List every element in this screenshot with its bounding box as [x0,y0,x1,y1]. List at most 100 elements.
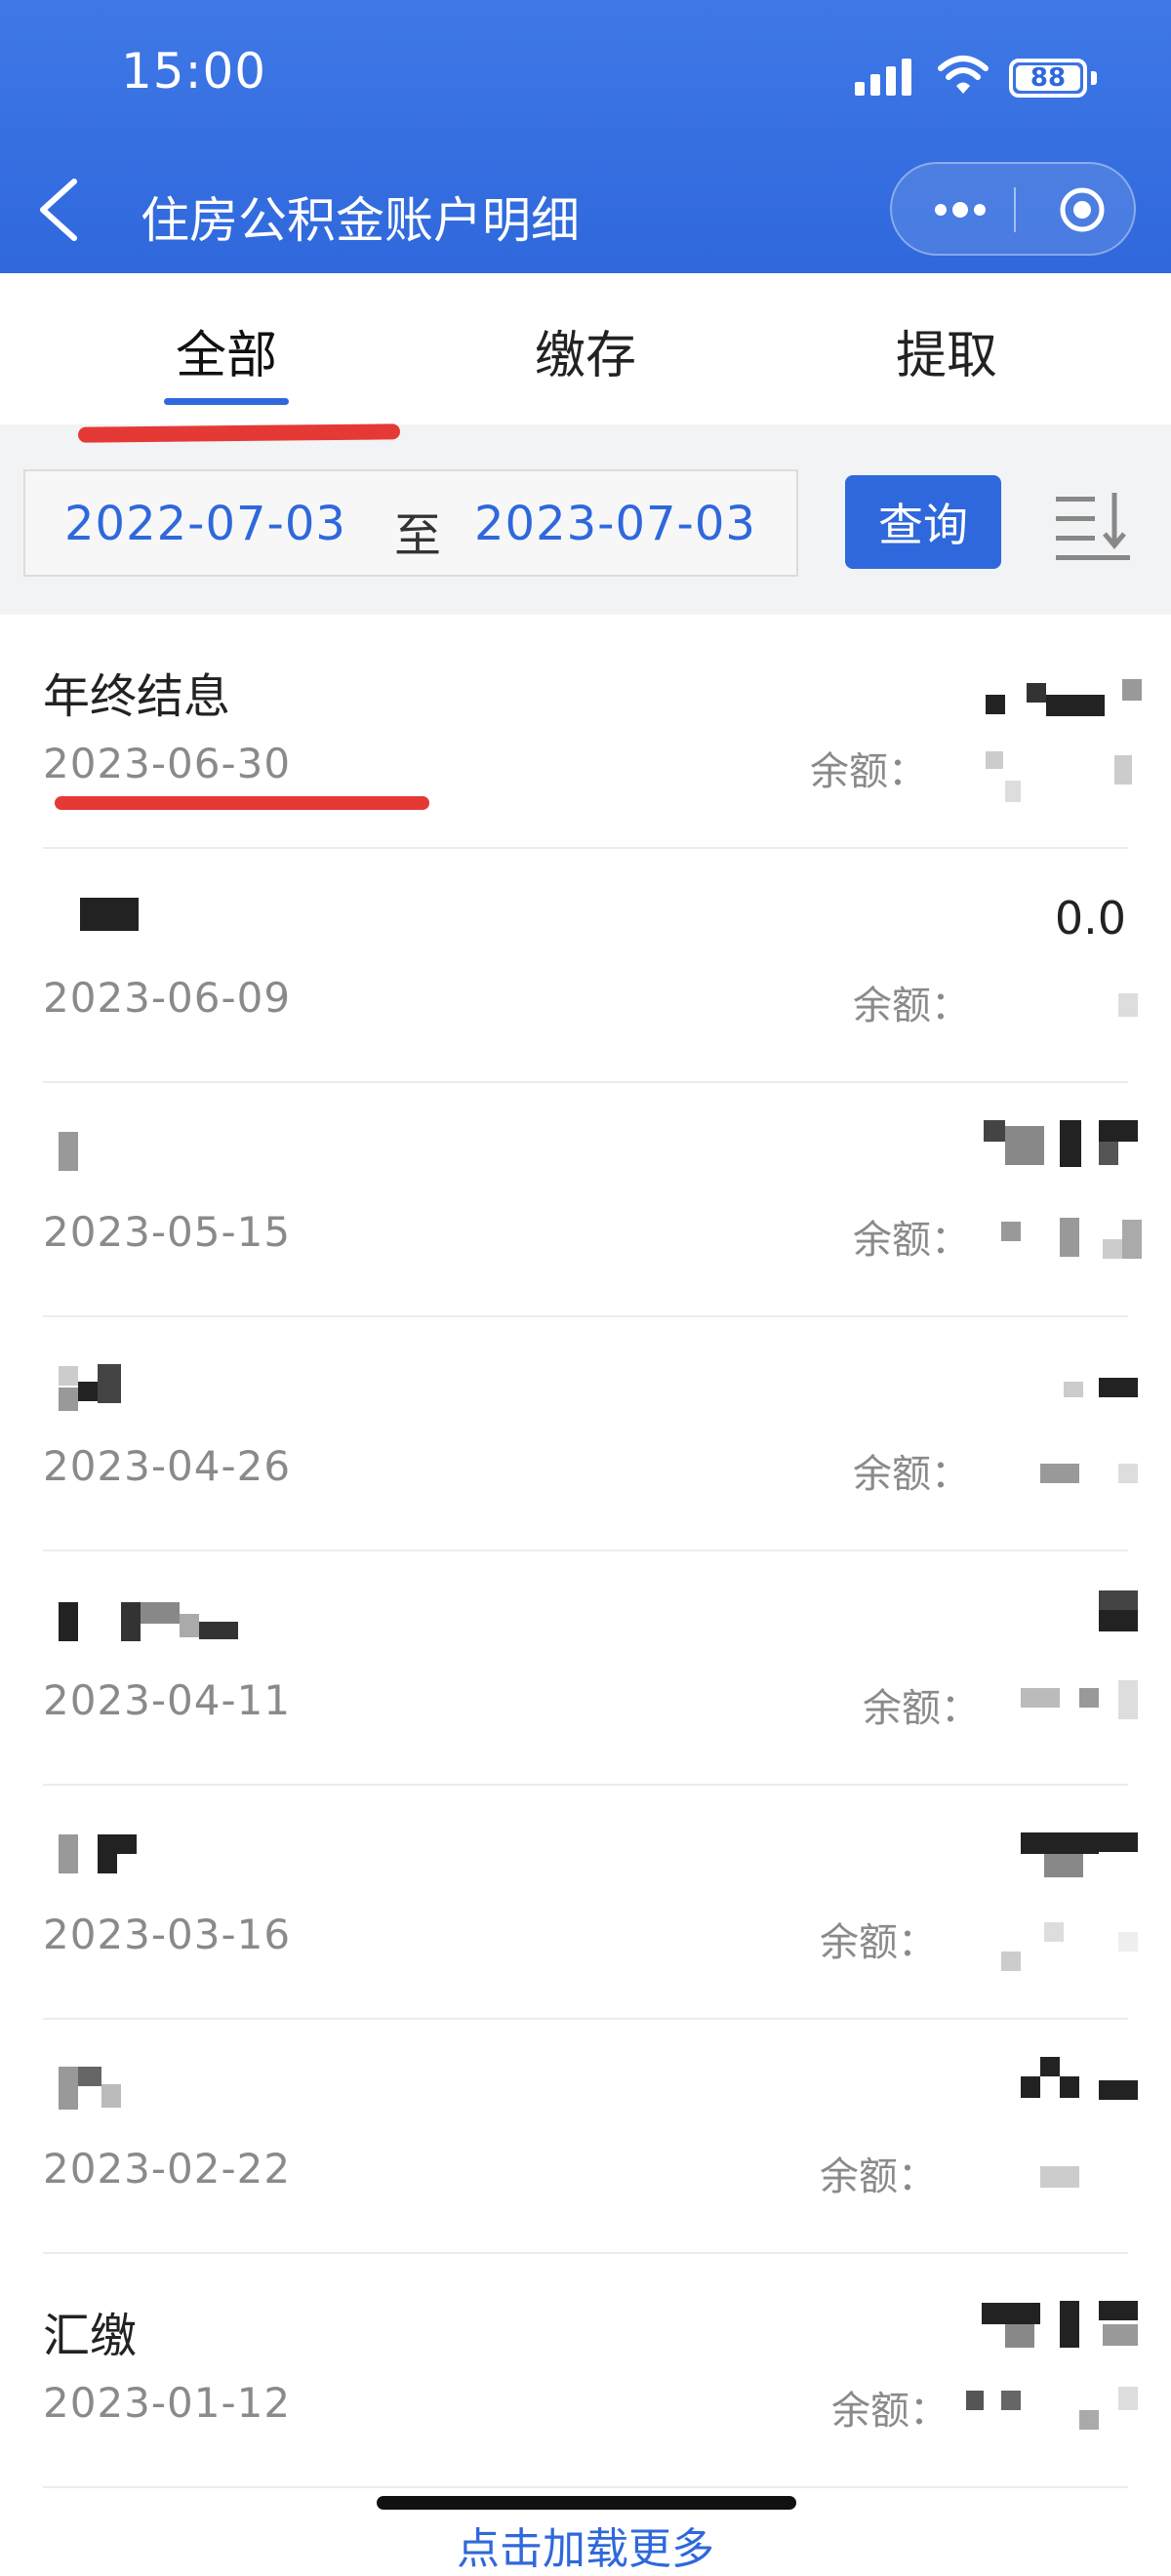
record-amount: 0.0 [1054,892,1126,945]
record-date: 2023-01-12 [43,2379,292,2427]
redacted-block [986,695,1005,714]
app-header: 15:00 88 住房公积金账户明细 [0,0,1171,273]
redacted-block [59,1366,78,1386]
redacted-block [1040,2166,1079,2188]
redacted-block [98,1364,121,1403]
list-item[interactable]: 2023-04-11 余额： [0,1551,1171,1786]
status-time: 15:00 [121,43,267,100]
load-more-link[interactable]: 点击加载更多 [0,2514,1171,2576]
balance-label: 余额： [863,1686,980,1731]
tab-withdraw[interactable]: 提取 [829,314,1064,387]
redacted-block [1044,1854,1083,1877]
redacted-block [1118,1680,1138,1719]
record-date: 2023-02-22 [43,2145,292,2193]
redacted-block [982,2303,1040,2324]
redacted-block [1099,1832,1138,1852]
page-title: 住房公积金账户明细 [141,192,580,249]
redacted-block [1021,1832,1099,1854]
list-item[interactable]: 2023-05-15 余额： [0,1083,1171,1317]
redacted-block [1005,2324,1034,2348]
redacted-block [1005,1126,1044,1165]
redacted-block [986,751,1003,769]
redacted-block [1114,755,1132,785]
row-divider [43,2486,1128,2488]
redacted-block [1118,993,1138,1017]
list-item[interactable]: 2023-03-16 余额： [0,1786,1171,2020]
record-date: 2023-04-11 [43,1676,292,1724]
list-item[interactable]: 2023-04-26 余额： [0,1317,1171,1551]
redacted-block [1118,1464,1138,1483]
record-date: 2023-03-16 [43,1911,292,1958]
back-icon[interactable] [35,176,80,244]
wifi-icon [938,56,989,94]
record-date: 2023-04-26 [43,1442,292,1490]
record-title: 年终结息 [43,669,231,724]
redacted-block [1122,679,1142,701]
balance-label: 余额： [831,2389,949,2434]
redacted-block [1103,2324,1138,2346]
capsule-divider [1014,187,1016,232]
list-item[interactable]: 年终结息 2023-06-30 余额： [0,615,1171,849]
redacted-block [121,1602,141,1641]
date-filter-bar: 2022-07-03 至 2023-07-03 查询 [0,424,1171,615]
redacted-block [1060,2076,1079,2098]
tab-all[interactable]: 全部 [109,314,343,387]
balance-label: 余额： [820,1920,937,1965]
redacted-block [1099,2080,1138,2100]
record-title: 汇缴 [43,2309,138,2363]
balance-label: 余额： [810,749,927,794]
red-annotation-underline [55,796,429,810]
home-indicator [377,2496,796,2510]
record-date: 2023-06-30 [43,740,292,787]
redacted-block [1099,1142,1118,1165]
list-item[interactable]: 汇缴 2023-01-12 余额： [0,2254,1171,2488]
redacted-block [78,2067,101,2086]
redacted-block [1060,2301,1079,2348]
redacted-block [1099,1378,1138,1397]
list-item[interactable]: 0.0 2023-06-09 余额： [0,849,1171,1083]
balance-label: 余额： [820,2154,937,2199]
record-date: 2023-06-09 [43,974,292,1022]
balance-label: 余额： [853,1452,970,1497]
redacted-block [984,1120,1005,1142]
redacted-block [101,2084,121,2108]
tab-active-indicator [164,398,289,405]
redacted-block [1021,2076,1040,2098]
redacted-block [1103,1239,1122,1259]
redacted-block [78,1382,98,1401]
battery-tip [1091,71,1097,85]
redacted-block [59,1834,78,1873]
more-dots-icon[interactable] [931,195,989,224]
query-button[interactable]: 查询 [845,475,1001,569]
date-range-picker[interactable]: 2022-07-03 至 2023-07-03 [23,469,798,577]
redacted-block [1001,2391,1021,2410]
end-date[interactable]: 2023-07-03 [474,497,756,551]
redacted-block [1099,1120,1138,1142]
record-date: 2023-05-15 [43,1208,292,1256]
tab-deposit[interactable]: 缴存 [468,314,703,387]
redacted-block [1021,1688,1060,1708]
date-separator: 至 [394,508,442,563]
tab-bar: 全部 缴存 提取 [0,273,1171,424]
balance-label: 余额： [853,984,970,1028]
start-date[interactable]: 2022-07-03 [64,497,346,551]
redacted-block [98,1854,117,1873]
redacted-block [98,1834,137,1854]
redacted-block [59,2067,78,2110]
target-circle-icon[interactable] [1058,185,1107,234]
redacted-block [180,1614,199,1637]
list-item[interactable]: 2023-02-22 余额： [0,2020,1171,2254]
redacted-block [1040,1464,1079,1483]
redacted-block [1079,2410,1099,2430]
battery-icon: 88 [1009,59,1087,98]
balance-label: 余额： [853,1218,970,1263]
redacted-block [1079,1688,1099,1708]
redacted-block [1044,1922,1064,1942]
redacted-block [1040,2057,1060,2076]
sort-descending-icon[interactable] [1054,485,1132,563]
redacted-block [1122,1220,1142,1259]
redacted-block [141,1602,180,1624]
redacted-block [1118,1932,1138,1952]
signal-icon [855,59,913,96]
redacted-block [1099,2301,1138,2320]
